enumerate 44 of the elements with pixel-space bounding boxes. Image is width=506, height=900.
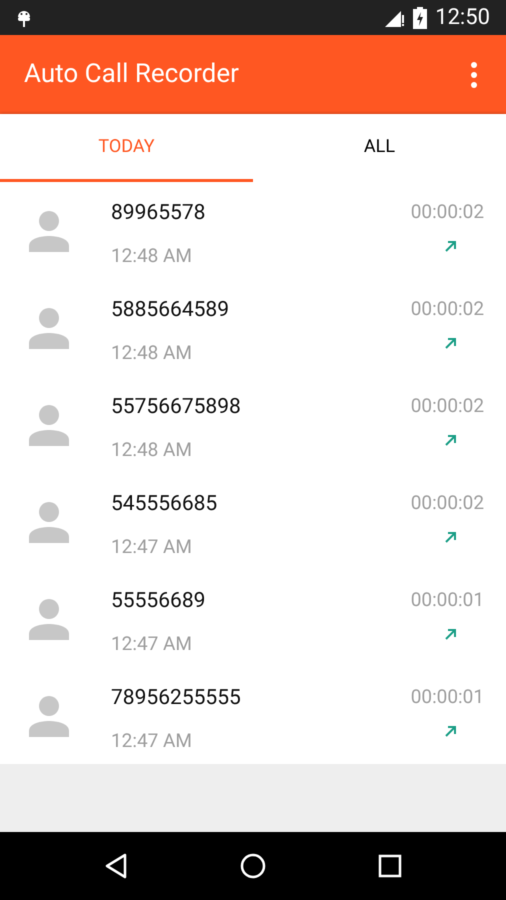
outgoing-arrow-icon — [444, 626, 458, 640]
phone-number: 89965578 — [111, 200, 206, 227]
call-row[interactable]: 78956255555 12:47 AM 00:00:01 — [0, 667, 506, 764]
call-row[interactable]: 55556689 12:47 AM 00:00:01 — [0, 570, 506, 667]
outgoing-arrow-icon — [444, 530, 458, 544]
person-icon — [28, 210, 70, 252]
phone-number: 5885664589 — [111, 297, 230, 324]
outgoing-arrow-icon — [444, 238, 458, 252]
call-time: 12:47 AM — [111, 728, 194, 754]
call-row[interactable]: 89965578 12:48 AM 00:00:02 — [0, 182, 506, 279]
call-row[interactable]: 545556685 12:47 AM 00:00:02 — [0, 473, 506, 570]
person-icon — [28, 694, 70, 736]
outgoing-arrow-icon — [444, 724, 458, 738]
signal-icon — [385, 8, 406, 26]
person-icon — [28, 500, 70, 542]
call-time: 12:47 AM — [111, 630, 194, 656]
call-duration: 00:00:02 — [410, 199, 484, 225]
call-time: 12:47 AM — [111, 534, 194, 560]
call-duration: 00:00:01 — [410, 587, 484, 613]
call-time: 12:48 AM — [111, 436, 194, 462]
call-duration: 00:00:02 — [410, 490, 484, 516]
app-title: Auto Call Recorder — [24, 58, 240, 91]
recents-icon[interactable] — [378, 854, 402, 878]
call-duration: 00:00:02 — [410, 393, 484, 419]
outgoing-arrow-icon — [444, 336, 458, 350]
tab[interactable]: ALL — [253, 114, 506, 182]
status-time: 12:50 — [435, 4, 490, 32]
back-icon[interactable] — [104, 853, 128, 879]
phone-number: 55556689 — [111, 588, 206, 615]
battery-charging-icon — [413, 6, 428, 28]
outgoing-arrow-icon — [444, 432, 458, 446]
person-icon — [28, 404, 70, 446]
call-row[interactable]: 55756675898 12:48 AM 00:00:02 — [0, 376, 506, 473]
phone-number: 55756675898 — [111, 394, 242, 421]
home-icon[interactable] — [240, 853, 266, 879]
call-time: 12:48 AM — [111, 242, 194, 268]
call-duration: 00:00:02 — [410, 296, 484, 322]
person-icon — [28, 306, 70, 348]
phone-number: 78956255555 — [111, 685, 242, 712]
person-icon — [28, 598, 70, 640]
call-duration: 00:00:01 — [410, 684, 484, 710]
phone-number: 545556685 — [111, 491, 218, 518]
call-row[interactable]: 5885664589 12:48 AM 00:00:02 — [0, 279, 506, 376]
call-time: 12:48 AM — [111, 340, 194, 366]
